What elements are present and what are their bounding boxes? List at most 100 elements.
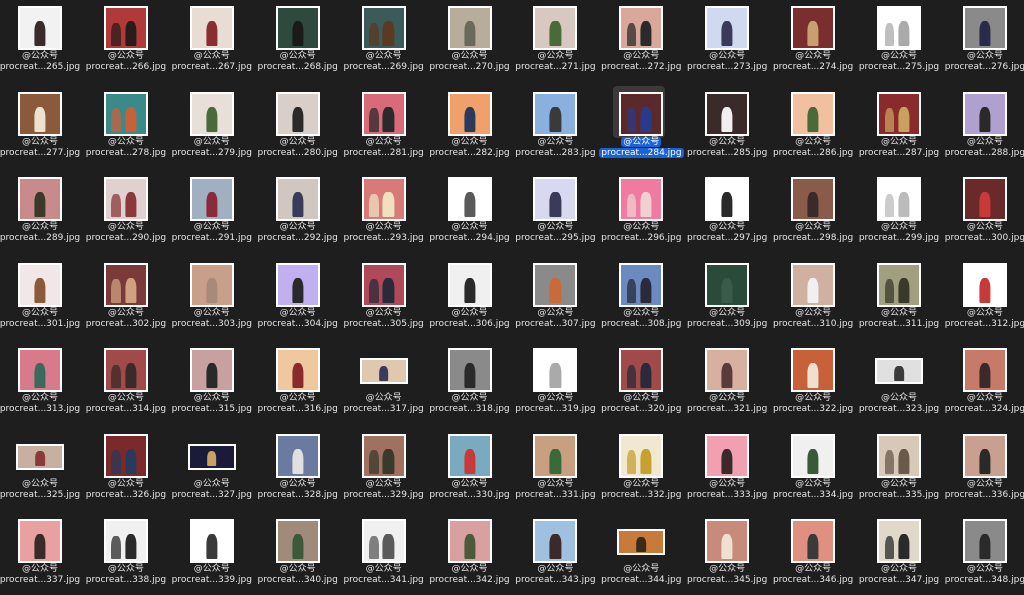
file-item[interactable]: @公众号 procreat...303.jpg [170,259,254,339]
file-thumbnail[interactable] [18,519,62,563]
file-thumbnail[interactable] [103,91,148,136]
file-item[interactable]: @公众号 procreat...278.jpg [84,88,168,168]
file-thumbnail[interactable] [877,91,921,136]
file-thumbnail[interactable] [617,529,666,555]
file-item[interactable]: @公众号 procreat...270.jpg [428,2,512,82]
file-item[interactable]: @公众号 procreat...346.jpg [771,515,855,595]
file-item[interactable]: @公众号 procreat...320.jpg [599,344,683,424]
file-thumbnail[interactable] [962,177,1007,221]
file-thumbnail[interactable] [791,519,836,563]
file-item[interactable]: @公众号 procreat...316.jpg [256,344,340,424]
file-thumbnail[interactable] [103,519,148,563]
file-item[interactable]: @公众号 procreat...306.jpg [428,259,512,339]
file-item[interactable]: @公众号 procreat...291.jpg [170,173,254,253]
file-thumbnail[interactable] [962,6,1007,50]
file-item[interactable]: @公众号 procreat...275.jpg [857,2,941,82]
file-item[interactable]: @公众号 procreat...344.jpg [599,515,683,595]
file-item[interactable]: @公众号 procreat...311.jpg [857,259,941,339]
file-thumbnail[interactable] [533,177,578,221]
file-item[interactable]: @公众号 procreat...266.jpg [84,2,168,82]
file-item[interactable]: @公众号 procreat...331.jpg [513,430,597,510]
file-item[interactable]: @公众号 procreat...290.jpg [84,173,168,253]
file-thumbnail[interactable] [705,348,750,392]
file-item[interactable]: @公众号 procreat...308.jpg [599,259,683,339]
file-thumbnail[interactable] [275,262,320,307]
file-thumbnail[interactable] [18,348,62,392]
file-thumbnail[interactable] [275,519,320,563]
file-thumbnail[interactable] [275,348,320,392]
file-item[interactable]: @公众号 procreat...340.jpg [256,515,340,595]
file-thumbnail[interactable] [619,177,664,221]
file-thumbnail[interactable] [361,91,406,136]
file-thumbnail[interactable] [962,91,1007,136]
file-thumbnail[interactable] [533,519,578,563]
file-item[interactable]: @公众号 procreat...325.jpg [0,430,82,510]
file-thumbnail[interactable] [619,262,664,307]
file-item[interactable]: @公众号 procreat...274.jpg [771,2,855,82]
file-item[interactable]: @公众号 procreat...299.jpg [857,173,941,253]
file-thumbnail[interactable] [875,358,923,384]
file-thumbnail[interactable] [705,91,750,136]
file-thumbnail[interactable] [533,433,578,478]
file-item[interactable]: @公众号 procreat...285.jpg [685,88,769,168]
file-thumbnail[interactable] [189,91,234,136]
file-item[interactable]: @公众号 procreat...307.jpg [513,259,597,339]
file-item[interactable]: @公众号 procreat...324.jpg [943,344,1024,424]
file-item[interactable]: @公众号 procreat...292.jpg [256,173,340,253]
file-item[interactable]: @公众号 procreat...310.jpg [771,259,855,339]
file-thumbnail[interactable] [361,6,406,50]
file-thumbnail[interactable] [533,6,578,50]
file-thumbnail[interactable] [275,91,320,136]
file-thumbnail[interactable] [447,519,492,563]
file-thumbnail[interactable] [705,433,750,478]
file-item[interactable]: @公众号 procreat...339.jpg [170,515,254,595]
file-item[interactable]: @公众号 procreat...300.jpg [943,173,1024,253]
file-item[interactable]: @公众号 procreat...315.jpg [170,344,254,424]
file-thumbnail[interactable] [103,6,148,50]
file-item[interactable]: @公众号 procreat...284.jpg [599,85,684,168]
file-item[interactable]: @公众号 procreat...286.jpg [771,88,855,168]
file-thumbnail[interactable] [18,6,62,50]
file-item[interactable]: @公众号 procreat...273.jpg [685,2,769,82]
file-thumbnail[interactable] [962,519,1007,563]
file-thumbnail[interactable] [877,519,921,563]
file-thumbnail[interactable] [361,262,406,307]
file-thumbnail[interactable] [359,358,408,384]
file-thumbnail[interactable] [962,348,1007,392]
file-thumbnail[interactable] [447,262,492,307]
file-item[interactable]: @公众号 procreat...338.jpg [84,515,168,595]
file-item[interactable]: @公众号 procreat...332.jpg [599,430,683,510]
file-item[interactable]: @公众号 procreat...345.jpg [685,515,769,595]
file-item[interactable]: @公众号 procreat...321.jpg [685,344,769,424]
file-item[interactable]: @公众号 procreat...272.jpg [599,2,683,82]
file-thumbnail[interactable] [103,262,148,307]
file-item[interactable]: @公众号 procreat...317.jpg [342,344,426,424]
file-item[interactable]: @公众号 procreat...298.jpg [771,173,855,253]
file-item[interactable]: @公众号 procreat...336.jpg [943,430,1024,510]
file-item[interactable]: @公众号 procreat...280.jpg [256,88,340,168]
file-thumbnail[interactable] [447,6,492,50]
file-item[interactable]: @公众号 procreat...323.jpg [857,344,941,424]
file-item[interactable]: @公众号 procreat...329.jpg [342,430,426,510]
file-thumbnail[interactable] [18,91,62,136]
file-thumbnail[interactable] [791,91,836,136]
file-thumbnail[interactable] [877,433,921,478]
file-thumbnail[interactable] [275,6,320,50]
file-item[interactable]: @公众号 procreat...295.jpg [513,173,597,253]
file-thumbnail[interactable] [361,433,406,478]
file-item[interactable]: @公众号 procreat...302.jpg [84,259,168,339]
file-thumbnail[interactable] [447,433,492,478]
file-item[interactable]: @公众号 procreat...279.jpg [170,88,254,168]
file-item[interactable]: @公众号 procreat...276.jpg [943,2,1024,82]
file-item[interactable]: @公众号 procreat...330.jpg [428,430,512,510]
file-item[interactable]: @公众号 procreat...337.jpg [0,515,82,595]
file-thumbnail[interactable] [187,443,236,470]
file-item[interactable]: @公众号 procreat...294.jpg [428,173,512,253]
file-item[interactable]: @公众号 procreat...289.jpg [0,173,82,253]
file-thumbnail[interactable] [447,91,492,136]
file-thumbnail[interactable] [103,433,148,478]
file-item[interactable]: @公众号 procreat...288.jpg [943,88,1024,168]
file-item[interactable]: @公众号 procreat...281.jpg [342,88,426,168]
file-thumbnail[interactable] [962,433,1007,478]
file-thumbnail[interactable] [877,6,921,50]
